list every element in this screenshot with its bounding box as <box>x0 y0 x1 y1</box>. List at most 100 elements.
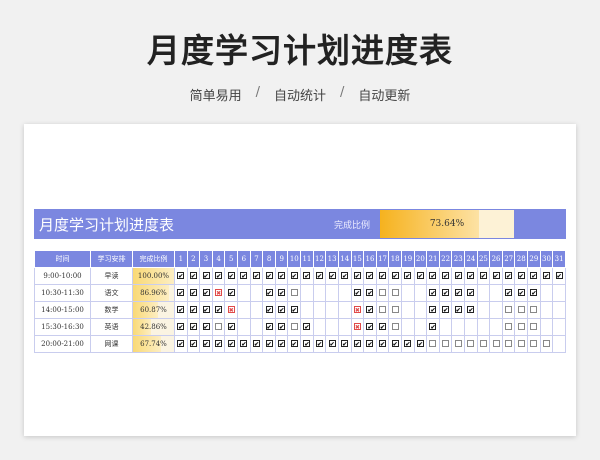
checked-box-icon[interactable]: ✔ <box>252 272 260 280</box>
checked-box-icon[interactable]: ✔ <box>177 323 185 331</box>
empty-checkbox-icon[interactable] <box>517 322 525 330</box>
checked-box-icon[interactable]: ✔ <box>290 340 298 348</box>
empty-checkbox-icon[interactable] <box>215 322 223 330</box>
empty-checkbox-icon[interactable] <box>429 339 437 347</box>
checked-box-icon[interactable]: ✔ <box>328 340 336 348</box>
checked-box-icon[interactable]: ✔ <box>189 306 197 314</box>
checked-box-icon[interactable]: ✔ <box>404 272 412 280</box>
checked-box-icon[interactable]: ✔ <box>492 272 500 280</box>
empty-checkbox-icon[interactable] <box>379 305 387 313</box>
checked-box-icon[interactable]: ✔ <box>290 272 298 280</box>
checked-box-icon[interactable]: ✔ <box>353 272 361 280</box>
checked-box-icon[interactable]: ✔ <box>189 323 197 331</box>
checked-box-icon[interactable]: ✔ <box>454 306 462 314</box>
checked-box-icon[interactable]: ✔ <box>555 272 563 280</box>
checked-box-icon[interactable]: ✔ <box>530 272 538 280</box>
checked-box-icon[interactable]: ✔ <box>202 340 210 348</box>
empty-checkbox-icon[interactable] <box>391 305 399 313</box>
checked-box-icon[interactable]: ✔ <box>316 340 323 348</box>
checked-box-icon[interactable]: ✔ <box>429 306 437 314</box>
checked-box-icon[interactable]: ✔ <box>353 340 361 348</box>
checked-box-icon[interactable]: ✔ <box>379 323 387 331</box>
checked-box-icon[interactable]: ✔ <box>505 289 513 297</box>
empty-checkbox-icon[interactable] <box>290 288 298 296</box>
checked-box-icon[interactable]: ✔ <box>454 289 462 297</box>
checked-box-icon[interactable]: ✔ <box>227 289 235 297</box>
missed-box-icon[interactable]: ✖ <box>215 289 223 297</box>
checked-box-icon[interactable]: ✔ <box>227 323 235 331</box>
empty-checkbox-icon[interactable] <box>479 339 487 347</box>
checked-box-icon[interactable]: ✔ <box>379 272 387 280</box>
checked-box-icon[interactable]: ✔ <box>202 289 210 297</box>
missed-box-icon[interactable]: ✖ <box>353 306 361 314</box>
checked-box-icon[interactable]: ✔ <box>177 289 185 297</box>
checked-box-icon[interactable]: ✔ <box>227 272 235 280</box>
checked-box-icon[interactable]: ✔ <box>265 306 273 314</box>
checked-box-icon[interactable]: ✔ <box>215 272 223 280</box>
checked-box-icon[interactable]: ✔ <box>177 272 185 280</box>
checked-box-icon[interactable]: ✔ <box>404 340 412 348</box>
checked-box-icon[interactable]: ✔ <box>215 306 223 314</box>
checked-box-icon[interactable]: ✔ <box>189 289 197 297</box>
checked-box-icon[interactable]: ✔ <box>542 272 550 280</box>
checked-box-icon[interactable]: ✔ <box>189 340 197 348</box>
checked-box-icon[interactable]: ✔ <box>278 272 286 280</box>
checked-box-icon[interactable]: ✔ <box>240 340 248 348</box>
empty-checkbox-icon[interactable] <box>454 339 462 347</box>
checked-box-icon[interactable]: ✔ <box>328 272 336 280</box>
checked-box-icon[interactable]: ✔ <box>278 340 286 348</box>
empty-checkbox-icon[interactable] <box>467 339 475 347</box>
checked-box-icon[interactable]: ✔ <box>366 272 374 280</box>
checked-box-icon[interactable]: ✔ <box>353 289 361 297</box>
checked-box-icon[interactable]: ✔ <box>366 289 374 297</box>
checked-box-icon[interactable]: ✔ <box>215 340 223 348</box>
checked-box-icon[interactable]: ✔ <box>202 306 210 314</box>
checked-box-icon[interactable]: ✔ <box>177 306 185 314</box>
checked-box-icon[interactable]: ✔ <box>265 323 273 331</box>
checked-box-icon[interactable]: ✔ <box>278 289 286 297</box>
empty-checkbox-icon[interactable] <box>530 305 538 313</box>
checked-box-icon[interactable]: ✔ <box>391 272 399 280</box>
checked-box-icon[interactable]: ✔ <box>454 272 462 280</box>
checked-box-icon[interactable]: ✔ <box>265 289 273 297</box>
checked-box-icon[interactable]: ✔ <box>416 340 424 348</box>
missed-box-icon[interactable]: ✖ <box>227 306 235 314</box>
empty-checkbox-icon[interactable] <box>442 339 450 347</box>
checked-box-icon[interactable]: ✔ <box>177 340 185 348</box>
checked-box-icon[interactable]: ✔ <box>530 289 538 297</box>
checked-box-icon[interactable]: ✔ <box>442 306 450 314</box>
empty-checkbox-icon[interactable] <box>505 322 513 330</box>
checked-box-icon[interactable]: ✔ <box>379 340 387 348</box>
checked-box-icon[interactable]: ✔ <box>479 272 487 280</box>
empty-checkbox-icon[interactable] <box>505 305 513 313</box>
checked-box-icon[interactable]: ✔ <box>303 272 311 280</box>
checked-box-icon[interactable]: ✔ <box>278 306 286 314</box>
checked-box-icon[interactable]: ✔ <box>252 340 260 348</box>
checked-box-icon[interactable]: ✔ <box>517 289 525 297</box>
checked-box-icon[interactable]: ✔ <box>240 272 248 280</box>
empty-checkbox-icon[interactable] <box>517 339 525 347</box>
checked-box-icon[interactable]: ✔ <box>341 272 349 280</box>
missed-box-icon[interactable]: ✖ <box>353 323 361 331</box>
checked-box-icon[interactable]: ✔ <box>290 306 298 314</box>
checked-box-icon[interactable]: ✔ <box>316 272 323 280</box>
empty-checkbox-icon[interactable] <box>290 322 298 330</box>
checked-box-icon[interactable]: ✔ <box>467 272 475 280</box>
checked-box-icon[interactable]: ✔ <box>303 340 311 348</box>
checked-box-icon[interactable]: ✔ <box>303 323 311 331</box>
checked-box-icon[interactable]: ✔ <box>391 340 399 348</box>
empty-checkbox-icon[interactable] <box>391 288 399 296</box>
checked-box-icon[interactable]: ✔ <box>202 323 210 331</box>
checked-box-icon[interactable]: ✔ <box>467 306 475 314</box>
checked-box-icon[interactable]: ✔ <box>505 272 513 280</box>
empty-checkbox-icon[interactable] <box>542 339 550 347</box>
checked-box-icon[interactable]: ✔ <box>429 323 437 331</box>
checked-box-icon[interactable]: ✔ <box>416 272 424 280</box>
empty-checkbox-icon[interactable] <box>391 322 399 330</box>
empty-checkbox-icon[interactable] <box>492 339 500 347</box>
checked-box-icon[interactable]: ✔ <box>265 272 273 280</box>
checked-box-icon[interactable]: ✔ <box>366 323 374 331</box>
checked-box-icon[interactable]: ✔ <box>366 340 374 348</box>
checked-box-icon[interactable]: ✔ <box>442 272 450 280</box>
checked-box-icon[interactable]: ✔ <box>517 272 525 280</box>
